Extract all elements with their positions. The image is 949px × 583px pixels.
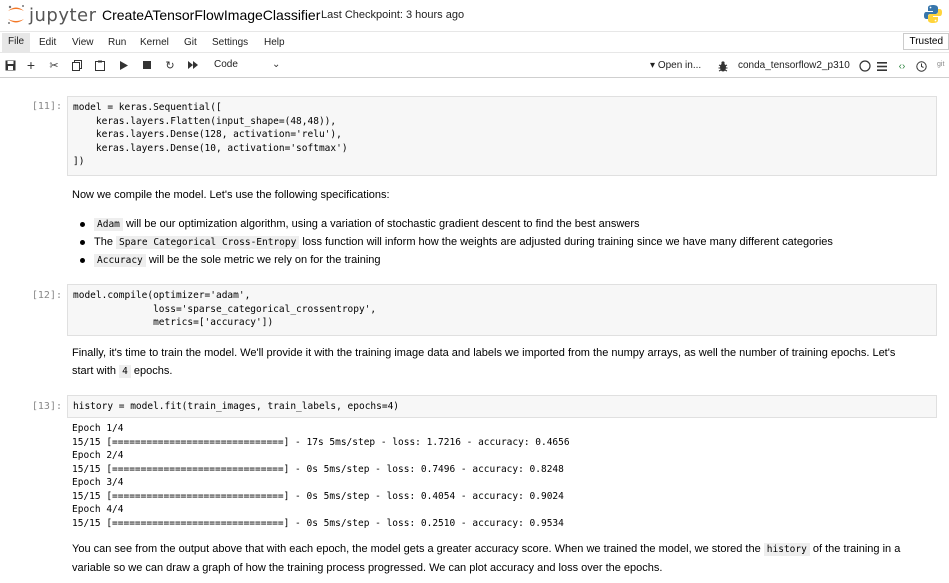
cell-output: Epoch 1/4 15/15 [=======================… (72, 422, 570, 530)
cell-type-select[interactable]: Code (214, 59, 238, 70)
code-cell-12[interactable]: model.compile(optimizer='adam', loss='sp… (67, 284, 937, 336)
code-cell-11[interactable]: model = keras.Sequential([ keras.layers.… (67, 96, 937, 176)
jupyter-logo-icon (8, 5, 24, 24)
paste-icon[interactable] (93, 58, 107, 72)
code-line: ]) (73, 156, 85, 168)
output-line: 15/15 [==============================] -… (72, 436, 570, 448)
output-line: Epoch 3/4 (72, 477, 124, 488)
paragraph-line: start with 4 epochs. (72, 362, 932, 381)
notebook-title[interactable]: CreateATensorFlowImageClassifier (102, 7, 320, 23)
fast-forward-icon[interactable] (186, 58, 200, 72)
text-span: epochs. (130, 365, 173, 377)
code-line: keras.layers.Dense(128, activation='relu… (73, 129, 342, 141)
output-line: Epoch 1/4 (72, 423, 124, 434)
code-line: keras.layers.Dense(10, activation='softm… (73, 142, 348, 154)
kernel-status-icon (858, 59, 872, 73)
stop-icon[interactable] (140, 58, 154, 72)
text-span: of the training in a (809, 543, 901, 555)
inline-code: Spare Categorical Cross-Entropy (116, 236, 300, 249)
bullet-prefix: The (94, 236, 117, 248)
save-icon[interactable] (3, 58, 17, 72)
code-line: metrics=['accuracy']) (73, 317, 274, 329)
paragraph-line: variable so we can draw a graph of how t… (72, 562, 663, 574)
menu-run[interactable]: Run (108, 37, 126, 48)
inline-code: history (763, 543, 810, 556)
output-line: 15/15 [==============================] -… (72, 463, 564, 475)
list-item: Adam will be our optimization algorithm,… (80, 215, 833, 233)
menu-kernel[interactable]: Kernel (140, 37, 169, 48)
menu-bar: File Edit View Run Kernel Git Settings H… (0, 33, 949, 53)
list-icon[interactable] (875, 59, 889, 73)
logo-text: jupyter (29, 4, 97, 26)
menu-git[interactable]: Git (184, 37, 197, 48)
add-cell-icon[interactable]: + (24, 57, 38, 73)
code-line: keras.layers.Flatten(input_shape=(48,48)… (73, 115, 337, 127)
inline-code: Adam (94, 218, 123, 231)
list-item: The Spare Categorical Cross-Entropy loss… (80, 233, 833, 251)
bullet-text: loss function will inform how the weight… (299, 236, 833, 248)
code-brackets-icon[interactable]: ‹› (895, 59, 909, 73)
restart-icon[interactable]: ↻ (163, 58, 177, 72)
output-line: 15/15 [==============================] -… (72, 490, 564, 502)
text-span: You can see from the output above that w… (72, 543, 764, 555)
paragraph-line: Finally, it's time to train the model. W… (72, 347, 896, 359)
output-line: Epoch 2/4 (72, 450, 124, 461)
paragraph-line: You can see from the output above that w… (72, 540, 932, 559)
run-icon[interactable] (117, 58, 131, 72)
cell-prompt: [12]: (31, 290, 62, 301)
code-cell-13[interactable]: history = model.fit(train_images, train_… (67, 395, 937, 418)
menu-settings[interactable]: Settings (212, 37, 248, 48)
chevron-down-icon[interactable]: ⌄ (272, 59, 280, 70)
menu-help[interactable]: Help (264, 37, 285, 48)
cut-icon[interactable]: ✂ (47, 58, 61, 72)
copy-icon[interactable] (70, 58, 84, 72)
output-line: Epoch 4/4 (72, 504, 124, 515)
python-logo-icon (923, 4, 943, 27)
list-item: Accuracy will be the sole metric we rely… (80, 251, 833, 269)
git-label[interactable]: git (937, 61, 944, 68)
trusted-indicator[interactable]: Trusted (903, 33, 949, 50)
cell-prompt: [13]: (31, 401, 62, 412)
code-line: model.compile(optimizer='adam', (73, 290, 251, 301)
bullet-text: will be our optimization algorithm, usin… (122, 218, 640, 230)
open-in-dropdown[interactable]: ▾ Open in... (650, 60, 701, 71)
code-line: loss='sparse_categorical_crossentropy', (73, 303, 377, 315)
markdown-text: You can see from the output above that w… (72, 540, 932, 577)
inline-code: 4 (119, 365, 131, 378)
kernel-name[interactable]: conda_tensorflow2_p310 (738, 60, 850, 71)
menu-edit[interactable]: Edit (39, 37, 56, 48)
menu-file[interactable]: File (2, 33, 31, 52)
jupyter-logo[interactable]: jupyter (6, 4, 97, 26)
text-span: start with (72, 365, 120, 377)
bullet-list: Adam will be our optimization algorithm,… (80, 215, 833, 269)
notebook-toolbar: + ✂ ↻ Code ⌄ ▾ Open in... conda_tensorfl… (0, 55, 949, 78)
markdown-text: Now we compile the model. Let's use the … (72, 189, 390, 201)
clock-icon[interactable] (914, 59, 928, 73)
last-checkpoint: Last Checkpoint: 3 hours ago (321, 9, 465, 21)
inline-code: Accuracy (94, 254, 146, 267)
markdown-text: Finally, it's time to train the model. W… (72, 344, 932, 381)
cell-prompt: [11]: (31, 101, 62, 112)
menu-view[interactable]: View (72, 37, 94, 48)
code-line: history = model.fit(train_images, train_… (73, 401, 400, 412)
bug-icon (716, 59, 730, 73)
output-line: 15/15 [==============================] -… (72, 517, 564, 529)
bullet-text: will be the sole metric we rely on for t… (145, 254, 381, 266)
code-line: model = keras.Sequential([ (73, 102, 222, 113)
open-in-label: Open in... (657, 60, 702, 71)
notebook-header: jupyter CreateATensorFlowImageClassifier… (0, 0, 949, 32)
notebook-area: [11]: model = keras.Sequential([ keras.l… (0, 78, 949, 583)
